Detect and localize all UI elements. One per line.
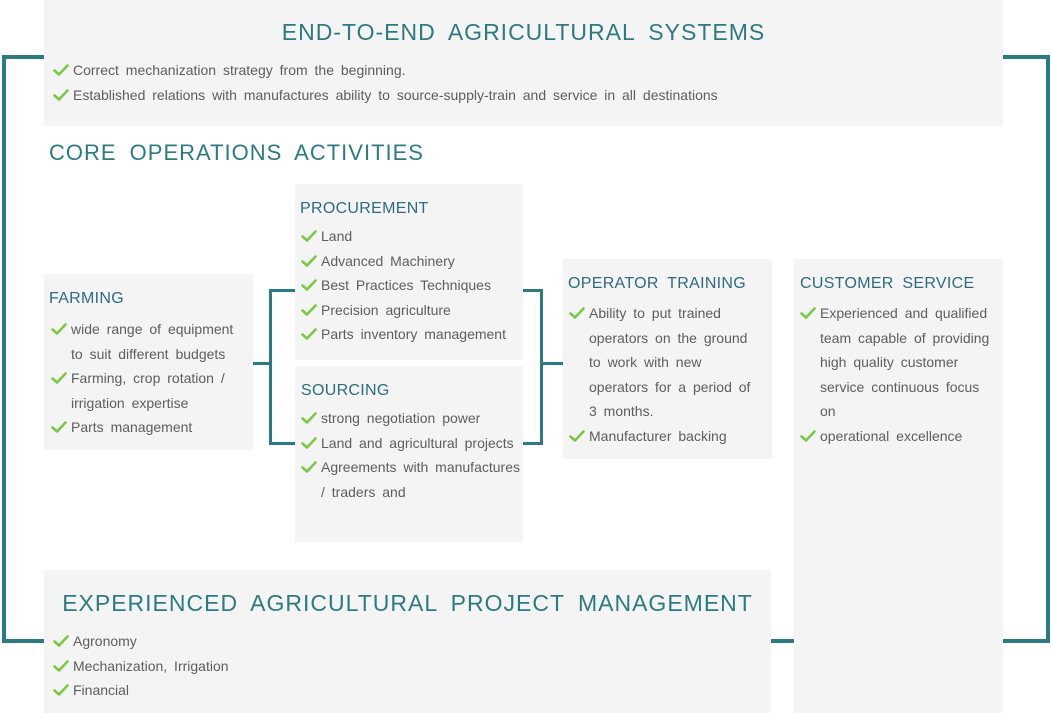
list-item: Land bbox=[301, 224, 521, 249]
sourcing-title: SOURCING bbox=[301, 382, 390, 399]
check-icon bbox=[301, 303, 317, 316]
list-item: Advanced Machinery bbox=[301, 249, 521, 274]
left-bracket-bottom bbox=[269, 442, 295, 445]
list-item: Financial bbox=[53, 678, 453, 703]
frame-left-bottom bbox=[2, 639, 46, 643]
list-item: Precision agriculture bbox=[301, 298, 521, 323]
list-item: Established relations with manufactures … bbox=[53, 83, 983, 108]
check-icon bbox=[51, 421, 67, 433]
left-bracket-vertical bbox=[269, 289, 272, 445]
check-icon bbox=[53, 659, 69, 672]
farming-title: FARMING bbox=[49, 290, 124, 307]
procurement-panel: PROCUREMENT Land Advanced Machinery Best… bbox=[295, 184, 523, 360]
customer-service-title: CUSTOMER SERVICE bbox=[800, 275, 975, 292]
check-icon bbox=[301, 436, 317, 449]
list-item: Correct mechanization strategy from the … bbox=[53, 58, 983, 83]
list-item: Ability to put trained operators on the … bbox=[569, 301, 765, 424]
check-icon bbox=[301, 328, 317, 340]
check-icon bbox=[569, 307, 585, 319]
check-icon bbox=[301, 254, 317, 267]
check-icon bbox=[301, 230, 317, 242]
frame-bottom-connector bbox=[770, 639, 796, 643]
end-to-end-list: Correct mechanization strategy from the … bbox=[53, 58, 983, 107]
frame-left-vertical bbox=[2, 55, 6, 643]
right-bracket-vertical bbox=[540, 289, 543, 445]
end-to-end-title: END-TO-END AGRICULTURAL SYSTEMS bbox=[281, 19, 766, 45]
check-icon bbox=[301, 461, 317, 473]
core-operations-title: CORE OPERATIONS ACTIVITIES bbox=[49, 140, 424, 165]
list-item: operational excellence bbox=[800, 424, 998, 449]
check-icon bbox=[53, 88, 69, 101]
list-item: Best Practices Techniques bbox=[301, 273, 521, 298]
list-item: Land and agricultural projects bbox=[301, 431, 519, 456]
list-item: Experienced and qualified team capable o… bbox=[800, 301, 998, 424]
check-icon bbox=[53, 635, 69, 647]
sourcing-list: strong negotiation power Land and agricu… bbox=[301, 406, 521, 504]
list-item: Mechanization, Irrigation bbox=[53, 654, 453, 679]
end-to-end-panel: END-TO-END AGRICULTURAL SYSTEMS Correct … bbox=[44, 0, 1003, 126]
customer-service-list: Experienced and qualified team capable o… bbox=[800, 301, 998, 448]
training-connector bbox=[540, 362, 564, 365]
check-icon bbox=[301, 279, 317, 291]
project-management-list: Agronomy Mechanization, Irrigation Finan… bbox=[53, 629, 453, 703]
project-management-panel: EXPERIENCED AGRICULTURAL PROJECT MANAGEM… bbox=[44, 570, 771, 713]
sourcing-panel: SOURCING strong negotiation power Land a… bbox=[295, 366, 523, 542]
list-item: Manufacturer backing bbox=[569, 424, 765, 449]
procurement-list: Land Advanced Machinery Best Practices T… bbox=[301, 224, 521, 347]
check-icon bbox=[51, 372, 67, 384]
list-item: strong negotiation power bbox=[301, 406, 519, 431]
frame-right-top bbox=[1002, 55, 1050, 59]
frame-left-top bbox=[2, 55, 46, 59]
right-bracket-bottom bbox=[522, 442, 543, 445]
check-icon bbox=[301, 412, 317, 424]
list-item: wide range of equipment to suit differen… bbox=[51, 317, 247, 366]
list-item: Parts inventory management bbox=[301, 322, 521, 347]
frame-right-vertical bbox=[1046, 55, 1050, 643]
operator-training-list: Ability to put trained operators on the … bbox=[569, 301, 765, 448]
check-icon bbox=[51, 323, 67, 335]
farming-list: wide range of equipment to suit differen… bbox=[51, 317, 247, 440]
left-bracket-top bbox=[269, 289, 295, 292]
frame-right-bottom bbox=[1002, 639, 1050, 643]
list-item: Parts management bbox=[51, 415, 247, 440]
list-item: Farming, crop rotation / irrigation expe… bbox=[51, 366, 247, 415]
list-item: Agronomy bbox=[53, 629, 453, 654]
check-icon bbox=[53, 684, 69, 696]
check-icon bbox=[800, 307, 816, 319]
list-item: Agreements with manufactures / traders a… bbox=[301, 455, 521, 504]
check-icon bbox=[800, 429, 816, 442]
procurement-title: PROCUREMENT bbox=[300, 200, 429, 217]
operator-training-title: OPERATOR TRAINING bbox=[568, 275, 747, 292]
customer-service-panel: CUSTOMER SERVICE Experienced and qualifi… bbox=[794, 259, 1003, 713]
operator-training-panel: OPERATOR TRAINING Ability to put trained… bbox=[563, 259, 772, 459]
check-icon bbox=[569, 429, 585, 442]
project-management-title: EXPERIENCED AGRICULTURAL PROJECT MANAGEM… bbox=[62, 590, 753, 616]
farming-panel: FARMING wide range of equipment to suit … bbox=[44, 274, 253, 450]
check-icon bbox=[53, 64, 69, 76]
